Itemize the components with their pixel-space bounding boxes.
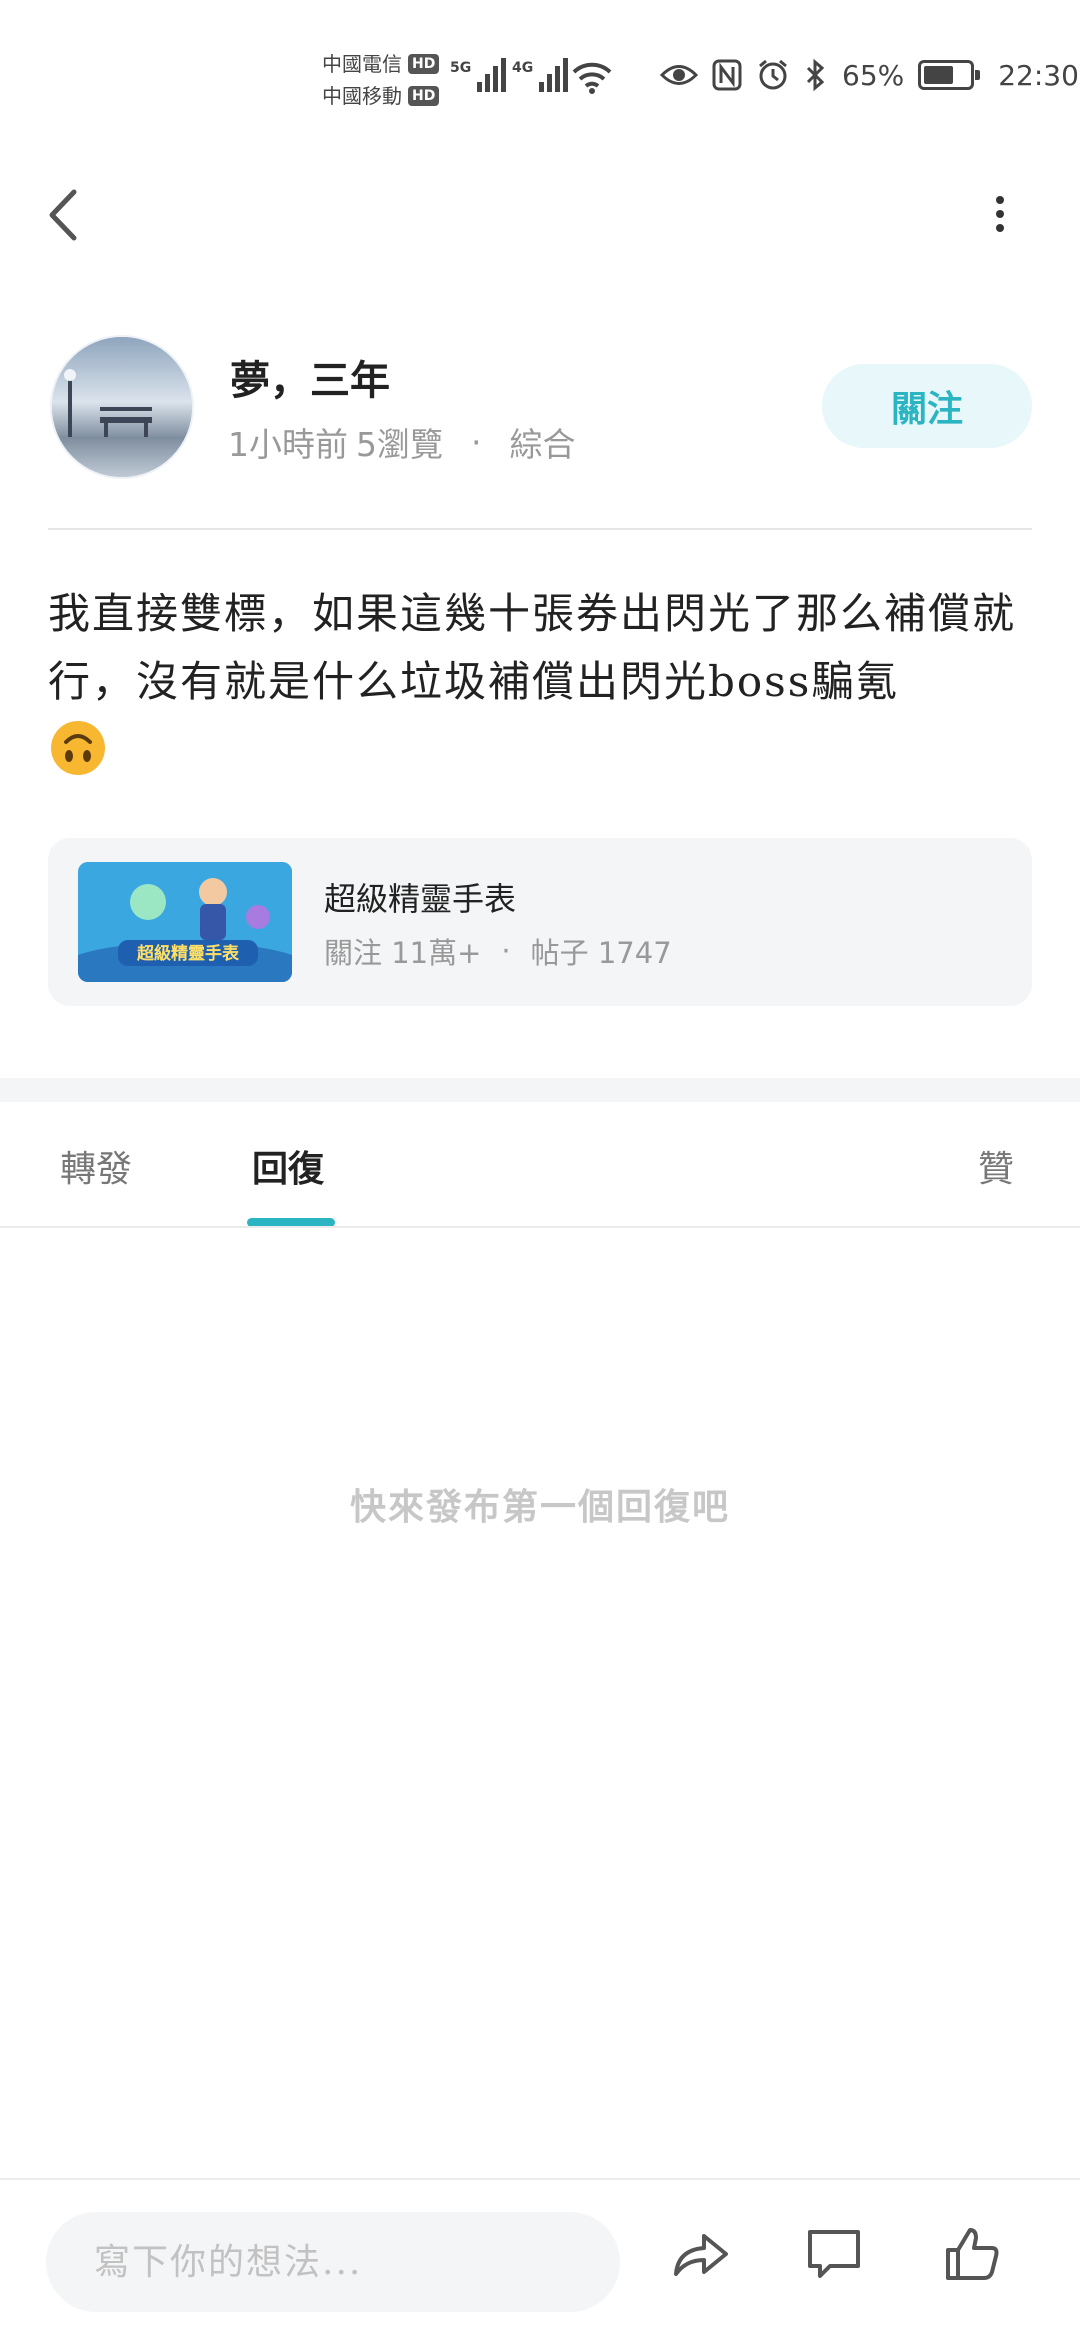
post-views: 5瀏覽 (356, 425, 443, 464)
author-name[interactable]: 夢，三年 (230, 348, 390, 406)
clock: 22:30 (998, 58, 1079, 92)
game-title: 超級精靈手表 (324, 880, 517, 918)
signal-4g-icon: 4G (512, 56, 569, 92)
status-icons: 65% 22:30 (660, 58, 1079, 92)
post-meta: 1小時前 5瀏覽 · 綜合 (228, 418, 576, 466)
battery-percent: 65% (842, 58, 905, 92)
hd-badge: HD (408, 86, 440, 106)
tab-forward[interactable]: 轉發 (60, 1140, 132, 1192)
back-button[interactable] (40, 180, 90, 250)
bluetooth-icon (806, 58, 825, 92)
tab-like[interactable]: 贊 (978, 1140, 1014, 1192)
divider (0, 1226, 1080, 1228)
battery-fill (924, 66, 953, 84)
upside-down-face-emoji-icon (51, 721, 105, 775)
share-icon[interactable] (668, 2222, 732, 2286)
carrier-info: 中國電信 HD 中國移動 HD (322, 48, 440, 112)
comment-icon[interactable] (802, 2222, 866, 2286)
avatar[interactable] (50, 335, 194, 479)
game-followers: 關注 11萬+ (324, 936, 482, 970)
comment-input[interactable] (46, 2212, 620, 2312)
nfc-icon (712, 59, 742, 91)
game-cover-image: 超級精靈手表 (78, 862, 292, 982)
game-thumbnail: 超級精靈手表 (78, 862, 292, 982)
empty-replies-message: 快來發布第一個回復吧 (349, 1487, 730, 1528)
follow-button[interactable]: 關注 (822, 364, 1032, 448)
hd-badge: HD (408, 54, 440, 74)
post-body: 我直接雙標，如果這幾十張券出閃光了那么補償就行，沒有就是什么垃圾補償出閃光bos… (48, 589, 1017, 706)
eye-icon (660, 65, 698, 85)
game-post-count: 帖子 1747 (530, 936, 672, 970)
game-card[interactable]: 超級精靈手表 超級精靈手表 關注 11萬+ · 帖子 1747 (48, 838, 1032, 1006)
wifi-icon (572, 62, 612, 94)
divider (48, 528, 1032, 530)
thumbs-up-icon[interactable] (940, 2222, 1004, 2286)
avatar-image (52, 337, 192, 477)
section-separator (0, 1078, 1080, 1102)
post-category[interactable]: 綜合 (510, 418, 576, 466)
status-bar: 中國電信 HD 中國移動 HD 5G 4G 65% 22:30 (0, 0, 1080, 150)
tab-reply[interactable]: 回復 (252, 1140, 324, 1192)
bottom-action-bar (0, 2178, 1080, 2340)
more-options-button[interactable] (978, 190, 1022, 240)
separator-dot: · (501, 934, 511, 968)
separator-dot: · (471, 422, 482, 462)
battery-icon (918, 60, 981, 90)
game-cover-title: 超級精靈手表 (137, 943, 240, 964)
carrier-2-label: 中國移動 (322, 84, 402, 108)
post-time: 1小時前 (228, 425, 348, 464)
signal-5g-icon: 5G (450, 56, 507, 92)
game-meta: 關注 11萬+ · 帖子 1747 (324, 930, 672, 972)
carrier-1-label: 中國電信 (322, 52, 402, 76)
alarm-icon (759, 59, 787, 90)
